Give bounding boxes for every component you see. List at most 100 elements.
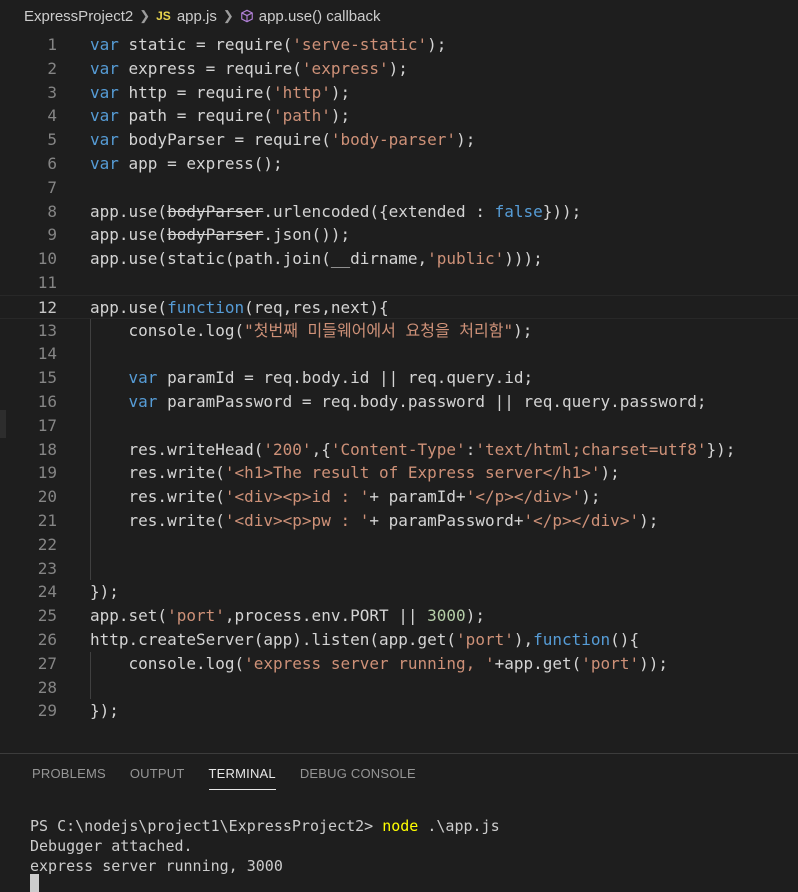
code-line[interactable]: 13 console.log("첫번째 미들웨어에서 요청을 처리함"); <box>0 319 798 343</box>
code-text: res.writeHead('200',{'Content-Type':'tex… <box>90 439 736 459</box>
code-line[interactable]: 21 res.write('<div><p>pw : '+ paramPassw… <box>0 509 798 533</box>
code-text: var http = require('http'); <box>90 82 351 102</box>
code-text: console.log('express server running, '+a… <box>90 653 668 673</box>
code-line[interactable]: 12 app.use(function(req,res,next){ <box>0 294 798 319</box>
code-text: }); <box>90 701 119 721</box>
line-number: 11 <box>37 273 57 292</box>
code-text: }); <box>90 582 119 602</box>
code-line[interactable]: 14 <box>0 342 798 366</box>
code-line[interactable]: 5 var bodyParser = require('body-parser')… <box>0 128 798 152</box>
code-line[interactable]: 29}); <box>0 699 798 723</box>
code-line[interactable]: 2 var express = require('express'); <box>0 57 798 81</box>
breadcrumb-symbol[interactable]: app.use() callback <box>259 8 381 25</box>
code-text: var app = express(); <box>90 154 283 173</box>
line-number: 5 <box>47 130 57 150</box>
tab-output[interactable]: OUTPUT <box>130 766 185 790</box>
code-text: var static = require('serve-static'); <box>90 35 447 54</box>
line-number: 24 <box>37 582 57 602</box>
code-line[interactable]: 26 http.createServer(app).listen(app.get(… <box>0 628 798 652</box>
code-line[interactable]: 15 var paramId = req.body.id || req.quer… <box>0 366 798 390</box>
code-line[interactable]: 18 res.writeHead('200',{'Content-Type':'… <box>0 438 798 462</box>
code-text: var path = require('path'); <box>90 106 351 126</box>
terminal-output[interactable]: PS C:\nodejs\project1\ExpressProject2> n… <box>30 816 500 876</box>
line-number: 16 <box>37 392 57 411</box>
code-line[interactable]: 7 <box>0 176 798 200</box>
line-number: 17 <box>37 415 57 435</box>
line-number: 25 <box>37 606 57 626</box>
terminal-line: express server running, 3000 <box>30 857 283 875</box>
breadcrumb-file[interactable]: app.js <box>177 8 217 25</box>
code-line[interactable]: 17 <box>0 414 798 438</box>
editor-scroll-marker <box>0 410 6 438</box>
line-number: 9 <box>47 225 57 245</box>
code-line[interactable]: 20 res.write('<div><p>id : '+ paramId+'<… <box>0 485 798 509</box>
code-line[interactable]: 6 var app = express(); <box>0 152 798 176</box>
code-text: app.use(bodyParser.json()); <box>90 225 351 245</box>
line-number: 21 <box>37 511 57 530</box>
line-number: 1 <box>47 35 57 54</box>
code-text: http.createServer(app).listen(app.get('p… <box>90 630 640 649</box>
code-text: res.write('<div><p>pw : '+ paramPassword… <box>90 511 659 530</box>
code-line[interactable]: 1 var static = require('serve-static'); <box>0 33 798 57</box>
chevron-right-icon: ❯ <box>222 8 234 23</box>
terminal-line: Debugger attached. <box>30 837 193 855</box>
code-line[interactable]: 28 <box>0 676 798 700</box>
line-number: 26 <box>37 630 57 649</box>
code-text: var paramId = req.body.id || req.query.i… <box>128 368 534 388</box>
line-number: 10 <box>37 249 57 269</box>
code-line[interactable]: 24}); <box>0 580 798 604</box>
line-number: 13 <box>37 320 57 340</box>
code-line[interactable]: 8 app.use(bodyParser.urlencoded({extended… <box>0 200 798 224</box>
code-editor[interactable]: 1 var static = require('serve-static'); 2 v… <box>0 33 798 753</box>
code-text: var bodyParser = require('body-parser'); <box>90 130 476 150</box>
line-number: 7 <box>47 177 57 197</box>
method-cube-icon <box>240 9 253 23</box>
breadcrumb: ExpressProject2 ❯ JS app.js ❯ app.use() … <box>0 0 798 32</box>
line-number: 6 <box>47 154 57 173</box>
javascript-file-icon: JS <box>156 9 171 23</box>
code-text: app.set('port',process.env.PORT || 3000)… <box>90 606 485 626</box>
line-number: 12 <box>37 297 57 317</box>
code-line[interactable]: 19 res.write('<h1>The result of Express … <box>0 461 798 485</box>
code-text: app.use(static(path.join(__dirname,'publ… <box>90 249 543 269</box>
terminal-args: .\app.js <box>418 817 500 835</box>
line-number: 8 <box>47 201 57 221</box>
code-text: console.log("첫번째 미들웨어에서 요청을 처리함"); <box>90 320 533 340</box>
line-number: 14 <box>37 344 57 364</box>
code-text: var express = require('express'); <box>90 58 408 78</box>
indent-guide <box>90 651 91 700</box>
line-number: 23 <box>37 558 57 578</box>
line-number: 19 <box>37 463 57 483</box>
code-text: var paramPassword = req.body.password ||… <box>128 392 707 411</box>
tab-terminal[interactable]: TERMINAL <box>208 766 276 790</box>
indent-guide <box>90 318 91 581</box>
line-number: 18 <box>37 439 57 459</box>
code-line[interactable]: 11 <box>0 271 798 295</box>
code-line[interactable]: 9 app.use(bodyParser.json()); <box>0 223 798 247</box>
terminal-command: node <box>382 817 419 835</box>
line-number: 4 <box>47 106 57 126</box>
breadcrumb-folder[interactable]: ExpressProject2 <box>24 8 133 25</box>
terminal-cursor <box>30 874 39 892</box>
code-line[interactable]: 23 <box>0 557 798 581</box>
chevron-right-icon: ❯ <box>139 8 151 23</box>
code-line[interactable]: 4 var path = require('path'); <box>0 104 798 128</box>
line-number: 28 <box>37 677 57 697</box>
code-line[interactable]: 16 var paramPassword = req.body.password… <box>0 390 798 414</box>
code-text: app.use(bodyParser.urlencoded({extended … <box>90 201 582 221</box>
terminal-prompt: PS C:\nodejs\project1\ExpressProject2> <box>30 817 383 835</box>
code-line[interactable]: 25 app.set('port',process.env.PORT || 300… <box>0 604 798 628</box>
code-line[interactable]: 22 <box>0 533 798 557</box>
tab-debug-console[interactable]: DEBUG CONSOLE <box>300 766 416 790</box>
code-line[interactable]: 3 var http = require('http'); <box>0 81 798 105</box>
code-line[interactable]: 27 console.log('express server running, … <box>0 652 798 676</box>
line-number: 27 <box>37 653 57 673</box>
line-number: 3 <box>47 82 57 102</box>
line-number: 15 <box>37 368 57 388</box>
line-number: 29 <box>37 701 57 721</box>
code-text: res.write('<div><p>id : '+ paramId+'</p>… <box>90 487 601 507</box>
tab-problems[interactable]: PROBLEMS <box>32 766 106 790</box>
code-line[interactable]: 10 app.use(static(path.join(__dirname,'pu… <box>0 247 798 271</box>
line-number: 20 <box>37 487 57 507</box>
code-text: app.use(function(req,res,next){ <box>90 297 389 317</box>
